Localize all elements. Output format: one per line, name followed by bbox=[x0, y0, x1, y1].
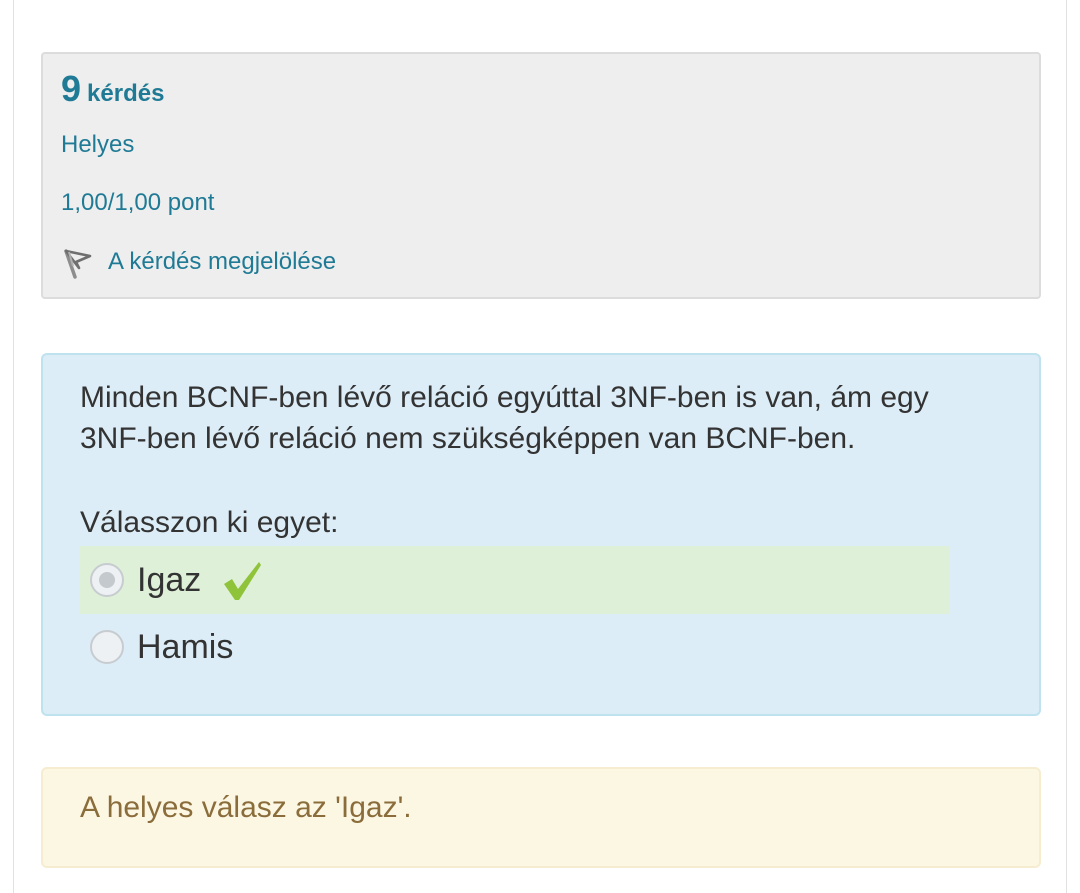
feedback-panel: A helyes válasz az 'Igaz'. bbox=[41, 767, 1041, 868]
question-text: Minden BCNF-ben lévő reláció egyúttal 3N… bbox=[80, 381, 929, 455]
answer-option-igaz[interactable]: Igaz bbox=[80, 546, 950, 614]
answer-option-hamis[interactable]: Hamis bbox=[80, 613, 950, 681]
flag-icon bbox=[64, 249, 92, 279]
question-content-panel: Minden BCNF-ben lévő reláció egyúttal 3N… bbox=[41, 353, 1041, 716]
right-answer-text: A helyes válasz az 'Igaz'. bbox=[80, 791, 412, 824]
answer-label-igaz: Igaz bbox=[137, 560, 202, 599]
answer-prompt: Válasszon ki egyet: bbox=[80, 506, 339, 539]
flag-question-link[interactable]: A kérdés megjelölése bbox=[61, 244, 336, 280]
checkmark-icon bbox=[224, 562, 262, 600]
flag-question-label: A kérdés megjelölése bbox=[108, 248, 337, 275]
radio-igaz[interactable] bbox=[90, 563, 124, 597]
question-info-panel: 9 kérdés Helyes 1,00/1,00 pont A kérdés m… bbox=[41, 52, 1041, 299]
radio-hamis[interactable] bbox=[90, 630, 124, 664]
question-number-value: 9 bbox=[61, 68, 82, 109]
question-number: 9 kérdés bbox=[61, 68, 164, 110]
question-state: Helyes bbox=[61, 131, 135, 158]
question-grade: 1,00/1,00 pont bbox=[61, 189, 215, 216]
question-number-label: kérdés bbox=[87, 80, 165, 107]
answer-label-hamis: Hamis bbox=[137, 627, 234, 666]
